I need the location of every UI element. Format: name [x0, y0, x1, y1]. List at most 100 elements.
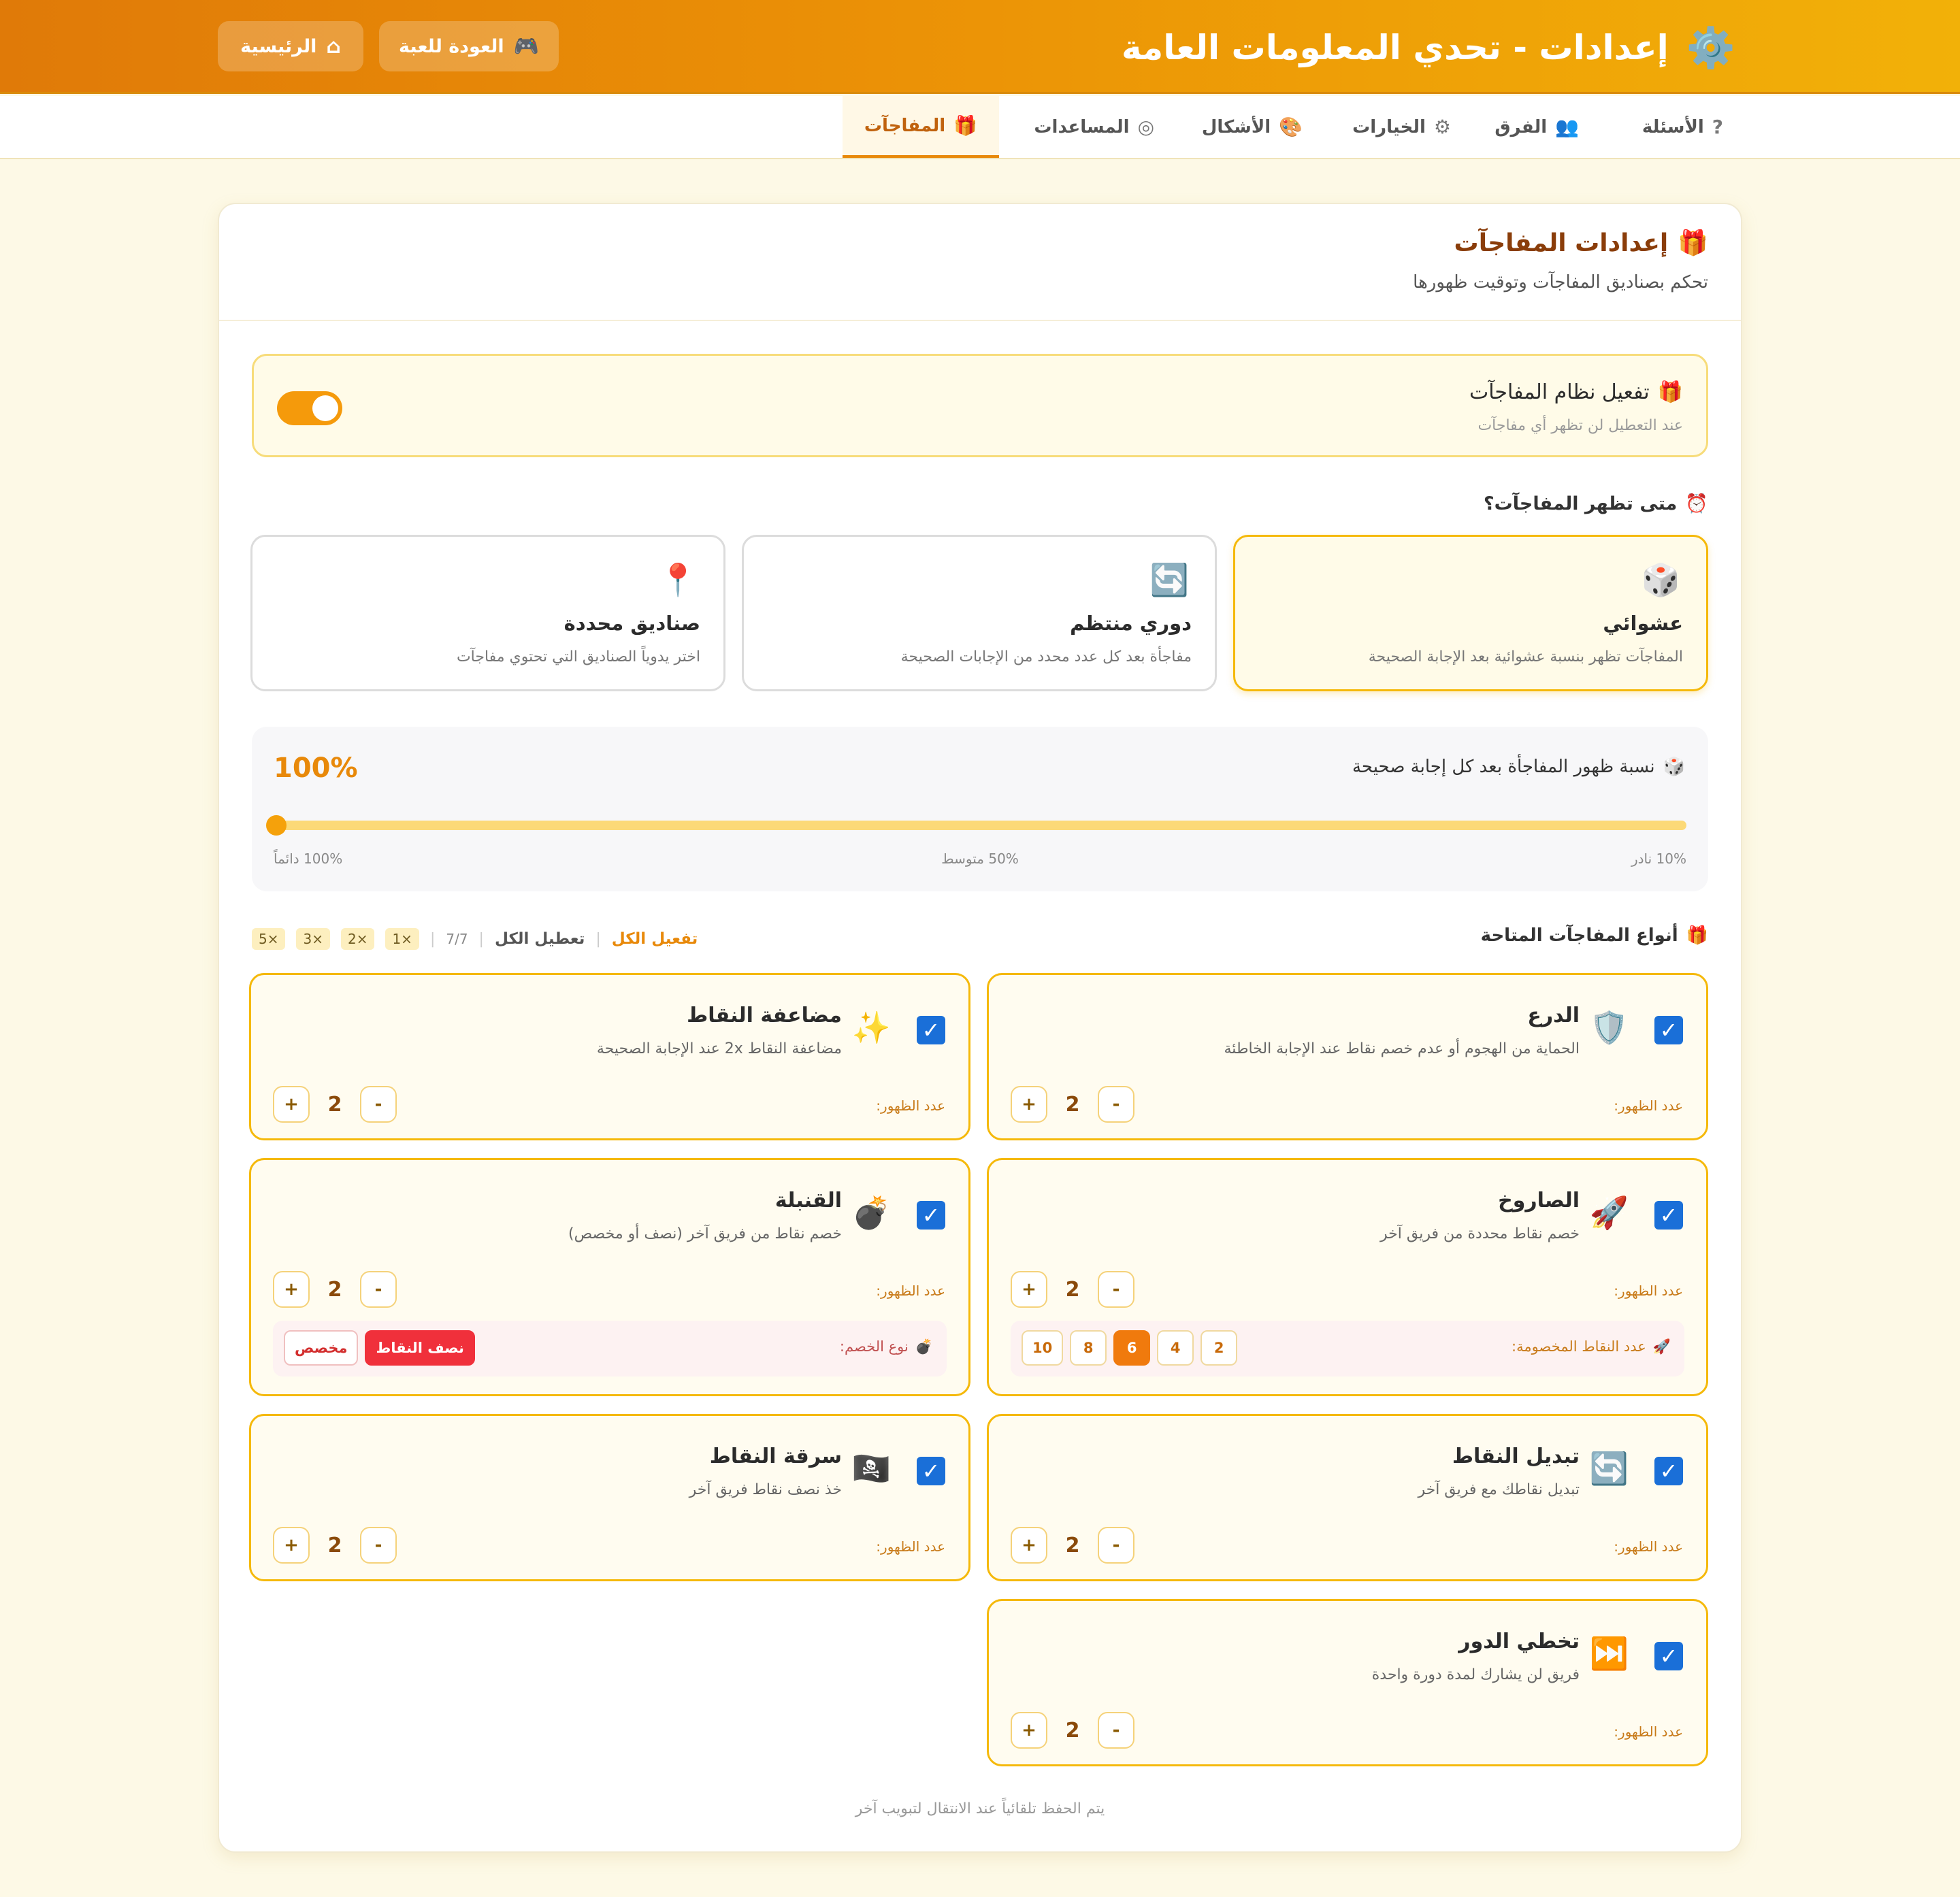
mode-fixed-boxes-option[interactable]: 📍 صناديق محددة اختر يدوياً الصناديق التي… [250, 535, 725, 691]
decrement-button[interactable]: - [360, 1086, 397, 1123]
steal-checkbox[interactable]: ✓ [917, 1457, 945, 1485]
decrement-button[interactable]: - [360, 1527, 397, 1564]
surprise-desc: خذ نصف نقاط فريق آخر [689, 1481, 842, 1498]
qty-label: عدد الظهور: [1614, 1538, 1683, 1555]
qty-stepper: + 2 - [1011, 1712, 1134, 1749]
bomb-checkbox[interactable]: ✓ [917, 1201, 945, 1230]
repeat-icon: 🔄 [1149, 561, 1189, 598]
decrement-button[interactable]: - [1098, 1527, 1134, 1564]
separator: | [478, 930, 484, 948]
qty-stepper: + 2 - [1011, 1271, 1134, 1308]
increment-button[interactable]: + [1011, 1712, 1047, 1749]
probability-value: 100% [274, 753, 358, 784]
card-title-text: إعدادات المفاجآت [1454, 229, 1669, 257]
mode-periodic-option[interactable]: 🔄 دوري منتظم مفاجأة بعد كل عدد محدد من ا… [742, 535, 1217, 691]
surprise-desc: الحماية من الهجوم أو عدم خصم نقاط عند ال… [1224, 1040, 1580, 1057]
autosave-note: يتم الحفظ تلقائياً عند الانتقال لتبويب آ… [855, 1800, 1105, 1817]
shield-checkbox[interactable]: ✓ [1654, 1016, 1683, 1044]
pin-icon: 📍 [658, 561, 698, 598]
surprise-desc: تبديل نقاطك مع فريق آخر [1418, 1481, 1580, 1498]
tab-teams[interactable]: 👥 الفرق [1494, 96, 1579, 158]
bomb-half-option[interactable]: نصف النقاط [365, 1330, 475, 1366]
multiplier-2x-button[interactable]: 2× [340, 928, 375, 950]
gift-icon: 🎁 [953, 114, 977, 137]
surprise-desc: خصم نقاط محددة من فريق آخر [1380, 1225, 1580, 1242]
tab-questions[interactable]: ? الأسئلة [1642, 96, 1723, 158]
back-to-game-button[interactable]: 🎮 العودة للعبة [379, 21, 559, 71]
enable-surprises-toggle[interactable] [277, 391, 342, 425]
multiplier-3x-button[interactable]: 3× [296, 928, 330, 950]
rocket-checkbox[interactable]: ✓ [1654, 1201, 1683, 1230]
qty-label: عدد الظهور: [876, 1098, 945, 1114]
bomb-custom-option[interactable]: مخصص [284, 1330, 359, 1366]
surprises-settings-card: 🎁 إعدادات المفاجآت تحكم بصناديق المفاجآت… [218, 203, 1742, 1853]
tab-themes[interactable]: 🎨 الأشكال [1202, 96, 1303, 158]
types-title-text: أنواع المفاجآت المتاحة [1480, 925, 1678, 946]
shield-icon: 🛡️ [1589, 1009, 1629, 1046]
points-option-10[interactable]: 10 [1022, 1330, 1064, 1366]
disable-all-button[interactable]: تعطيل الكل [495, 930, 585, 948]
qty-stepper: + 2 - [273, 1086, 397, 1123]
tab-questions-label: الأسئلة [1642, 116, 1704, 137]
multiplier-1x-button[interactable]: 1× [385, 928, 419, 950]
mode-random-option[interactable]: 🎲 عشوائي المفاجآت تظهر بنسبة عشوائية بعد… [1233, 535, 1708, 691]
double-points-checkbox[interactable]: ✓ [917, 1016, 945, 1044]
points-option-8[interactable]: 8 [1070, 1330, 1107, 1366]
back-to-game-label: العودة للعبة [399, 35, 504, 57]
page-title: ⚙️ إعدادات - تحدي المعلومات العامة [1122, 20, 1735, 75]
enable-all-button[interactable]: تفعيل الكل [612, 930, 698, 948]
points-option-4[interactable]: 4 [1157, 1330, 1194, 1366]
tab-helpers-label: المساعدات [1034, 116, 1130, 137]
mode-desc: مفاجأة بعد كل عدد محدد من الإجابات الصحي… [900, 648, 1192, 665]
decrement-button[interactable]: - [360, 1271, 397, 1308]
increment-button[interactable]: + [273, 1271, 310, 1308]
home-button[interactable]: ⌂ الرئيسية [218, 21, 363, 71]
enable-title: 🎁 تفعيل نظام المفاجآت [1469, 380, 1683, 404]
surprise-name: تخطي الدور [1458, 1630, 1580, 1653]
settings-icon: ⚙ [1433, 116, 1451, 138]
decrement-button[interactable]: - [1098, 1271, 1134, 1308]
tab-helpers[interactable]: ◎ المساعدات [1034, 96, 1154, 158]
probability-slider[interactable] [266, 815, 1686, 836]
multiplier-5x-button[interactable]: 5× [252, 928, 286, 950]
qty-label: عدد الظهور: [1614, 1723, 1683, 1740]
decrement-button[interactable]: - [1098, 1712, 1134, 1749]
gear-icon: ⚙️ [1686, 24, 1735, 71]
home-label: الرئيسية [240, 35, 317, 57]
increment-button[interactable]: + [1011, 1271, 1047, 1308]
types-toolbar: تفعيل الكل | تعطيل الكل | 7/7 | 1× 2× 3×… [252, 927, 698, 951]
increment-button[interactable]: + [1011, 1086, 1047, 1123]
users-icon: 👥 [1555, 116, 1579, 138]
qty-label: عدد الظهور: [876, 1283, 945, 1299]
bomb-type-row: 💣 نوع الخصم: مخصص نصف النقاط [273, 1321, 947, 1376]
tab-surprises[interactable]: 🎁 المفاجآت [842, 96, 999, 158]
qty-value: 2 [1065, 1092, 1080, 1117]
page-title-text: إعدادات - تحدي المعلومات العامة [1121, 28, 1669, 67]
tab-teams-label: الفرق [1494, 116, 1548, 137]
tab-surprises-label: المفاجآت [864, 115, 946, 136]
dice-icon: 🎲 [1641, 561, 1680, 598]
qty-stepper: + 2 - [1011, 1086, 1134, 1123]
increment-button[interactable]: + [273, 1527, 310, 1564]
skip-turn-checkbox[interactable]: ✓ [1654, 1642, 1683, 1670]
rocket-points-label: 🚀 عدد النقاط المخصومة: [1512, 1338, 1671, 1355]
lifebuoy-icon: ◎ [1137, 116, 1154, 138]
increment-button[interactable]: + [1011, 1527, 1047, 1564]
surprise-card-swap: ✓ 🔄 تبديل النقاط تبديل نقاطك مع فريق آخر… [987, 1414, 1708, 1581]
swap-checkbox[interactable]: ✓ [1654, 1457, 1683, 1485]
card-subtitle: تحكم بصناديق المفاجآت وتوقيت ظهورها [1413, 272, 1708, 293]
points-option-6[interactable]: 6 [1113, 1330, 1151, 1366]
slider-thumb[interactable] [266, 815, 287, 836]
points-option-2[interactable]: 2 [1200, 1330, 1238, 1366]
decrement-button[interactable]: - [1098, 1086, 1134, 1123]
bomb-icon: 💣 [915, 1338, 933, 1355]
increment-button[interactable]: + [273, 1086, 310, 1123]
enable-surprises-panel: 🎁 تفعيل نظام المفاجآت عند التعطيل لن تظه… [252, 354, 1708, 457]
mode-name: عشوائي [1603, 612, 1683, 635]
enabled-count: 7/7 [446, 931, 468, 947]
mode-desc: المفاجآت تظهر بنسبة عشوائية بعد الإجابة … [1368, 648, 1683, 665]
bomb-icon: 💣 [851, 1194, 891, 1231]
tab-options[interactable]: ⚙ الخيارات [1352, 96, 1451, 158]
qty-stepper: + 2 - [1011, 1527, 1134, 1564]
card-title: 🎁 إعدادات المفاجآت [1413, 229, 1708, 258]
